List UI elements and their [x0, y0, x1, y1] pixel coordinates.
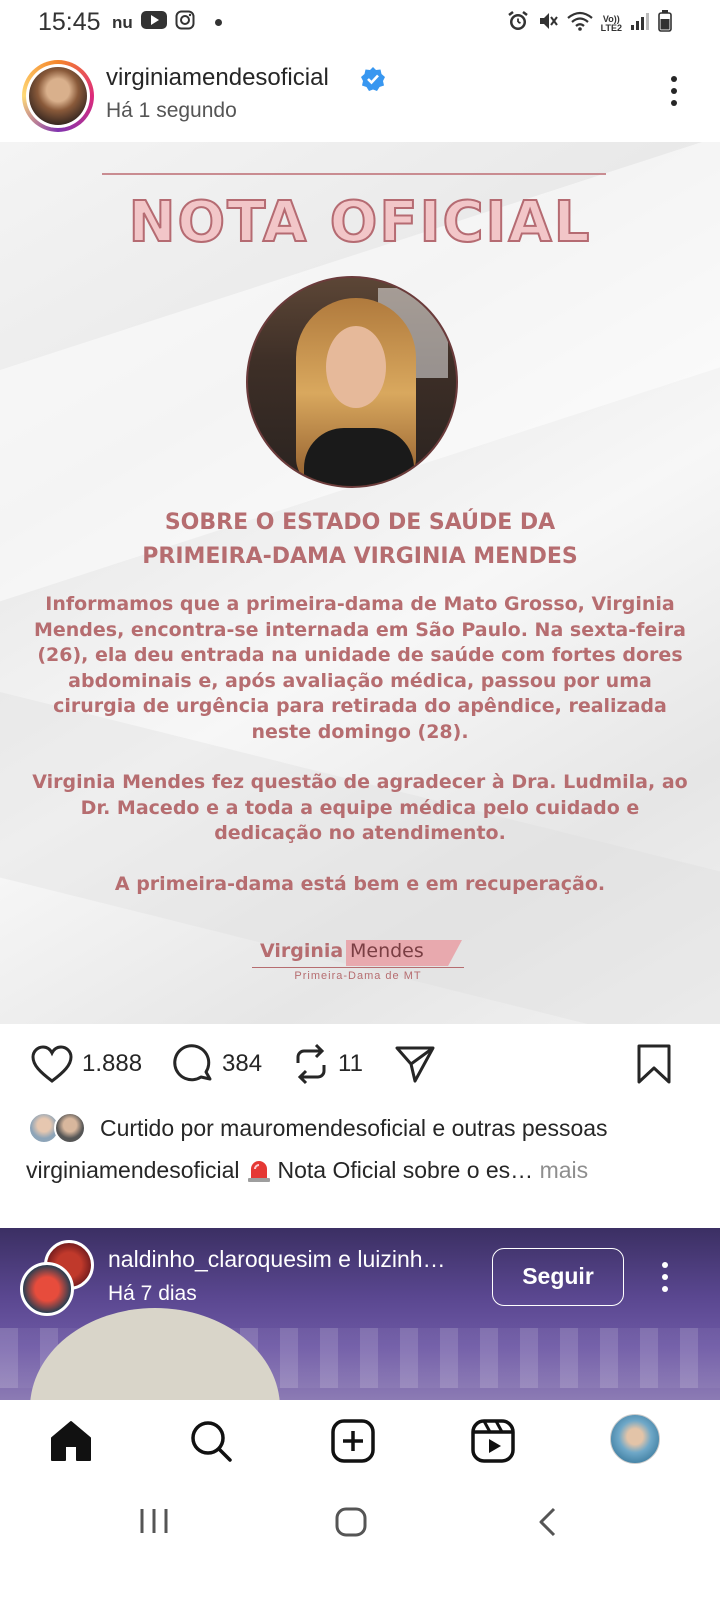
liked-by-prefix: Curtido por	[100, 1114, 214, 1141]
notice-body: Informamos que a primeira-dama de Mato G…	[30, 592, 690, 922]
notice-headline: SOBRE O ESTADO DE SAÚDE DA PRIMEIRA-DAMA…	[0, 506, 720, 574]
youtube-icon	[140, 11, 167, 34]
mute-icon	[537, 10, 559, 37]
create-icon[interactable]	[330, 1418, 376, 1464]
instagram-icon	[175, 10, 195, 35]
signature-logo: Virginia Mendes Primeira-Dama de MT	[252, 938, 464, 988]
next-post-usernames[interactable]: naldinho_claroquesim e luizinh…	[108, 1246, 446, 1273]
liked-by-row[interactable]: Curtido por mauromendesoficial e outras …	[28, 1108, 608, 1148]
portrait-photo	[246, 276, 458, 488]
more-options-icon[interactable]	[662, 1262, 670, 1298]
wifi-icon	[566, 11, 593, 36]
dot-icon	[214, 19, 222, 26]
like-action[interactable]: 1.888	[30, 1040, 142, 1088]
next-post-preview[interactable]: naldinho_claroquesim e luizinh… Há 7 dia…	[0, 1228, 720, 1400]
follow-button[interactable]: Seguir	[492, 1248, 624, 1306]
caption-text: Nota Oficial sobre o es…	[277, 1157, 534, 1183]
recents-icon[interactable]	[138, 1506, 170, 1541]
divider-line	[102, 173, 606, 175]
repost-action[interactable]: 11	[292, 1040, 363, 1088]
comment-icon[interactable]	[172, 1043, 214, 1085]
volte-bottom-label: LTE2	[600, 22, 622, 33]
caption-more-link[interactable]: mais	[540, 1157, 589, 1183]
notice-paragraph-2: Virginia Mendes fez questão de agradecer…	[32, 771, 688, 844]
bottom-nav	[0, 1400, 720, 1480]
search-icon[interactable]	[188, 1418, 234, 1464]
status-left-icons: nu	[112, 10, 222, 35]
avatar	[29, 67, 87, 125]
liked-by-others[interactable]: outras pessoas	[452, 1115, 608, 1141]
post-timestamp: Há 1 segundo	[106, 99, 237, 122]
bookmark-icon[interactable]	[636, 1043, 672, 1085]
signature-first-name: Virginia	[260, 940, 344, 962]
post-header: virginiamendesoficial Há 1 segundo	[0, 52, 720, 142]
home-button-icon[interactable]	[334, 1506, 368, 1543]
siren-emoji-icon	[247, 1161, 270, 1182]
liked-by-text[interactable]: Curtido por mauromendesoficial e outras …	[100, 1115, 608, 1142]
signal-icon	[630, 11, 650, 36]
post-image[interactable]: NOTA OFICIAL SOBRE O ESTADO DE SAÚDE DA …	[0, 142, 720, 1024]
collab-avatar[interactable]	[20, 1262, 74, 1316]
home-icon[interactable]	[48, 1418, 94, 1464]
post-actions: 1.888 384 11	[0, 1040, 720, 1096]
share-action[interactable]	[394, 1040, 436, 1088]
comment-count[interactable]: 384	[222, 1050, 262, 1078]
headline-line-1: SOBRE O ESTADO DE SAÚDE DA	[164, 510, 556, 535]
share-icon[interactable]	[394, 1044, 436, 1084]
repost-icon[interactable]	[292, 1043, 330, 1085]
notice-paragraph-3: A primeira-dama está bem e em recuperaçã…	[114, 872, 606, 895]
signature-last-name: Mendes	[350, 940, 424, 962]
signature-subtitle: Primeira-Dama de MT	[294, 970, 422, 982]
comment-action[interactable]: 384	[172, 1040, 262, 1088]
repost-count[interactable]: 11	[338, 1050, 363, 1078]
notice-paragraph-1: Informamos que a primeira-dama de Mato G…	[33, 593, 686, 743]
caption-username[interactable]: virginiamendesoficial	[26, 1157, 240, 1183]
more-options-icon[interactable]	[668, 76, 680, 112]
system-navigation-bar	[0, 1480, 720, 1600]
profile-avatar[interactable]	[610, 1414, 660, 1464]
liked-by-user[interactable]: mauromendesoficial	[220, 1115, 426, 1141]
post-username[interactable]: virginiamendesoficial	[106, 64, 329, 92]
liked-by-and: e	[432, 1114, 446, 1141]
status-right-icons: Vo)) LTE2	[507, 10, 672, 37]
like-count[interactable]: 1.888	[82, 1050, 142, 1078]
headline-line-2: PRIMEIRA-DAMA VIRGINIA MENDES	[142, 544, 578, 569]
status-time: 15:45	[38, 8, 101, 36]
post-caption[interactable]: virginiamendesoficial Nota Oficial sobre …	[26, 1155, 588, 1184]
volte-icon: Vo)) LTE2	[600, 14, 622, 33]
alarm-icon	[507, 10, 529, 37]
next-post-timestamp: Há 7 dias	[108, 1282, 197, 1305]
battery-icon	[658, 10, 672, 37]
nubank-icon: nu	[112, 12, 133, 32]
status-bar: 15:45 nu Vo)) LTE2	[0, 0, 720, 44]
story-ring-avatar[interactable]	[22, 60, 94, 132]
reels-icon[interactable]	[470, 1418, 516, 1464]
heart-icon[interactable]	[30, 1044, 74, 1084]
preview-object	[30, 1308, 280, 1400]
save-action[interactable]	[636, 1040, 672, 1088]
verified-badge-icon	[361, 67, 385, 91]
back-icon[interactable]	[536, 1506, 560, 1543]
notice-title: NOTA OFICIAL	[128, 189, 592, 256]
liker-avatar	[54, 1112, 86, 1144]
avatar-border	[26, 64, 90, 128]
